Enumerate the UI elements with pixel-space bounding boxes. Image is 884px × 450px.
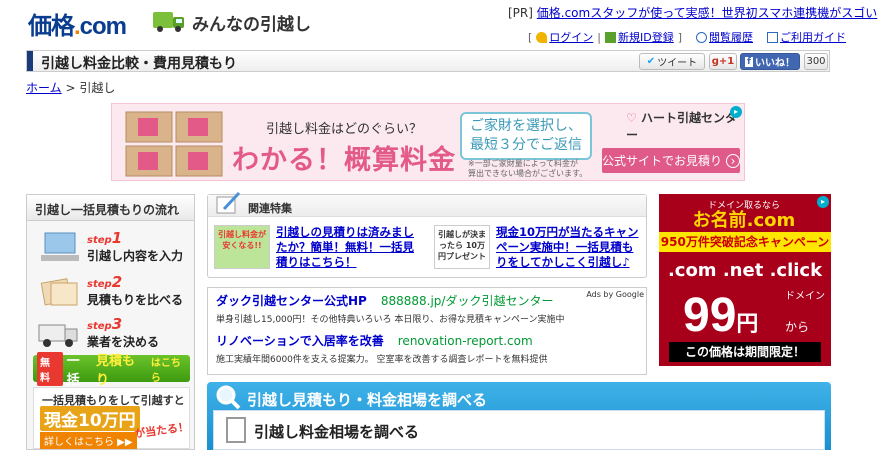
banner-note: ※一部ご家財量によって料金が 算出できない場合がございます。 — [468, 159, 588, 178]
banner-question: 引越し料金はどのぐらい？ — [266, 122, 423, 137]
documents-icon — [40, 278, 78, 306]
facebook-like-button[interactable]: f いいね！ — [740, 53, 800, 70]
user-links: [ ログイン | 新規ID登録 ] 閲覧履歴 ご利用ガイド — [528, 29, 847, 45]
adchoices-icon[interactable]: ▸ — [817, 196, 829, 208]
feature-heading: 関連特集 — [248, 202, 292, 215]
domain-list: .com .net .click — [667, 260, 823, 281]
ad-headline[interactable]: リノベーションで入居率を改善 — [216, 334, 384, 348]
kakaku-logo[interactable]: 価格.com — [28, 6, 127, 41]
feature-link[interactable]: 引越しの見積りは済みましたか？簡単！無料！一括見積りはこちら！ — [276, 225, 424, 270]
limited-time-label: この価格は期間限定！ — [669, 342, 821, 362]
ads-by-google-badge[interactable]: Ads by Google — [586, 290, 644, 299]
site-subtitle: みんなの引越し — [192, 15, 311, 35]
feature-thumb[interactable]: 引越しが決まったら 10万円プレゼント — [434, 225, 490, 269]
moving-truck-icon — [38, 324, 78, 347]
page-title: 引越し料金比較・費用見積もり — [41, 56, 237, 72]
ad-description: 施工実績年間6000件を支える提案力。 空室率を改善する調査レポートを無料提供 — [216, 355, 548, 365]
details-link[interactable]: 詳しくはこちら ▶▶ — [40, 432, 137, 449]
estimate-heading: 引越し見積もり・料金相場を調べる — [247, 391, 488, 409]
login-link[interactable]: ログイン — [536, 29, 593, 45]
magnifier-icon — [216, 385, 241, 410]
heart-icon: ♡ — [626, 111, 637, 125]
related-features: 関連特集 引越し料金が安くなる!! 引越しの見積りは済みましたか？簡単！無料！一… — [207, 191, 647, 278]
adchoices-icon[interactable]: ▸ — [730, 106, 742, 118]
facebook-icon: f — [745, 56, 753, 67]
truck-icon — [153, 12, 184, 32]
tweet-button[interactable]: ✔ ツイート — [639, 53, 705, 70]
gplus-button[interactable]: g+1 — [709, 53, 737, 70]
document-icon — [226, 417, 246, 443]
banner-callout: ご家財を選択し、 最短３分でご返信 — [460, 112, 592, 160]
ad-url[interactable]: renovation-report.com — [398, 334, 533, 348]
register-icon — [605, 31, 617, 43]
guide-icon — [767, 31, 779, 43]
notepad-pencil-icon — [216, 191, 241, 214]
flow-heading: 引越し一括見積もりの流れ — [27, 195, 194, 221]
market-price-heading: 引越し料金相場を調べる — [254, 423, 420, 441]
market-price-panel: 引越し料金相場を調べる — [213, 410, 825, 450]
banner-headline: わかる！概算料金 — [232, 145, 456, 176]
breadcrumb-home[interactable]: ホーム — [26, 81, 62, 95]
pr-link[interactable]: [PR] 価格.comスタッフが使って実感！世界初スマホ連携機がスゴい — [508, 4, 877, 21]
flow-box: 引越し一括見積もりの流れ step1 引越し内容を入力 step2 見積もりを比… — [26, 194, 195, 450]
banner-brand: ♡ ハート引越センター — [626, 111, 737, 142]
cardboard-boxes-icon — [125, 111, 223, 177]
like-count: 300 — [804, 53, 828, 70]
step-2: step2 見積もりを比べる — [33, 271, 193, 315]
title-accent — [27, 51, 33, 71]
clock-icon — [696, 31, 708, 43]
feature-item[interactable]: 引越しが決まったら 10万円プレゼント 現金10万円が当たるキャンペーン実施中！… — [434, 225, 646, 271]
guide-link[interactable]: ご利用ガイド — [767, 29, 846, 45]
google-ads: Ads by Google ダック引越センター公式HP 888888.jp/ダック… — [207, 287, 647, 375]
cash-campaign-promo[interactable]: 一括見積もりをして引越すと 現金10万円 が当たる！ 詳しくはこちら ▶▶ — [33, 387, 190, 449]
bulk-estimate-button[interactable]: 無料 一括 見積もり はこちら — [33, 351, 190, 388]
price: 99円 — [683, 289, 759, 342]
feature-item[interactable]: 引越し料金が安くなる!! 引越しの見積りは済みましたか？簡単！無料！一括見積りは… — [214, 225, 426, 271]
ad-description: 単身引越し15,000円！その他特典いろいろ 本日限り、お得な見積キャンペーン実… — [216, 315, 565, 325]
breadcrumb-current: 引越し — [79, 81, 116, 95]
breadcrumb: ホーム > 引越し — [26, 81, 116, 95]
key-icon — [536, 31, 548, 43]
register-link[interactable]: 新規ID登録 — [605, 29, 674, 45]
campaign-strip: 950万件突破記念キャンペーン — [659, 232, 831, 252]
estimate-section: 引越し見積もり・料金相場を調べる 引越し料金相場を調べる — [207, 382, 831, 450]
onamae-logo: お名前.com — [692, 210, 796, 231]
feature-link[interactable]: 現金10万円が当たるキャンペーン実施中！一括見積もりをしてかしこく引越し♪ — [496, 225, 644, 270]
twitter-icon: ✔ — [646, 56, 656, 67]
history-link[interactable]: 閲覧履歴 — [696, 29, 753, 45]
computer-icon — [41, 232, 79, 261]
ad-item[interactable]: ダック引越センター公式HP 888888.jp/ダック引越センター 単身引越し15… — [216, 292, 565, 325]
banner-cta-button[interactable]: 公式サイトでお見積り › — [602, 148, 740, 173]
step-1: step1 引越し内容を入力 — [33, 227, 193, 271]
feature-thumb[interactable]: 引越し料金が安くなる!! — [214, 225, 270, 269]
ad-url[interactable]: 888888.jp/ダック引越センター — [381, 294, 554, 308]
arrow-right-icon: › — [726, 153, 740, 168]
hart-banner-ad[interactable]: 引越し料金はどのぐらい？ わかる！概算料金 ご家財を選択し、 最短３分でご返信 ※… — [111, 103, 745, 181]
ad-headline[interactable]: ダック引越センター公式HP — [216, 294, 367, 308]
ad-item[interactable]: リノベーションで入居率を改善 renovation-report.com 施工実績… — [216, 332, 548, 365]
onamae-ad[interactable]: ドメイン取るなら お名前.com 950万件突破記念キャンペーン .com .n… — [659, 194, 831, 366]
page-title-bar: 引越し料金比較・費用見積もり ✔ ツイート g+1 f いいね！ 300 — [26, 50, 830, 72]
